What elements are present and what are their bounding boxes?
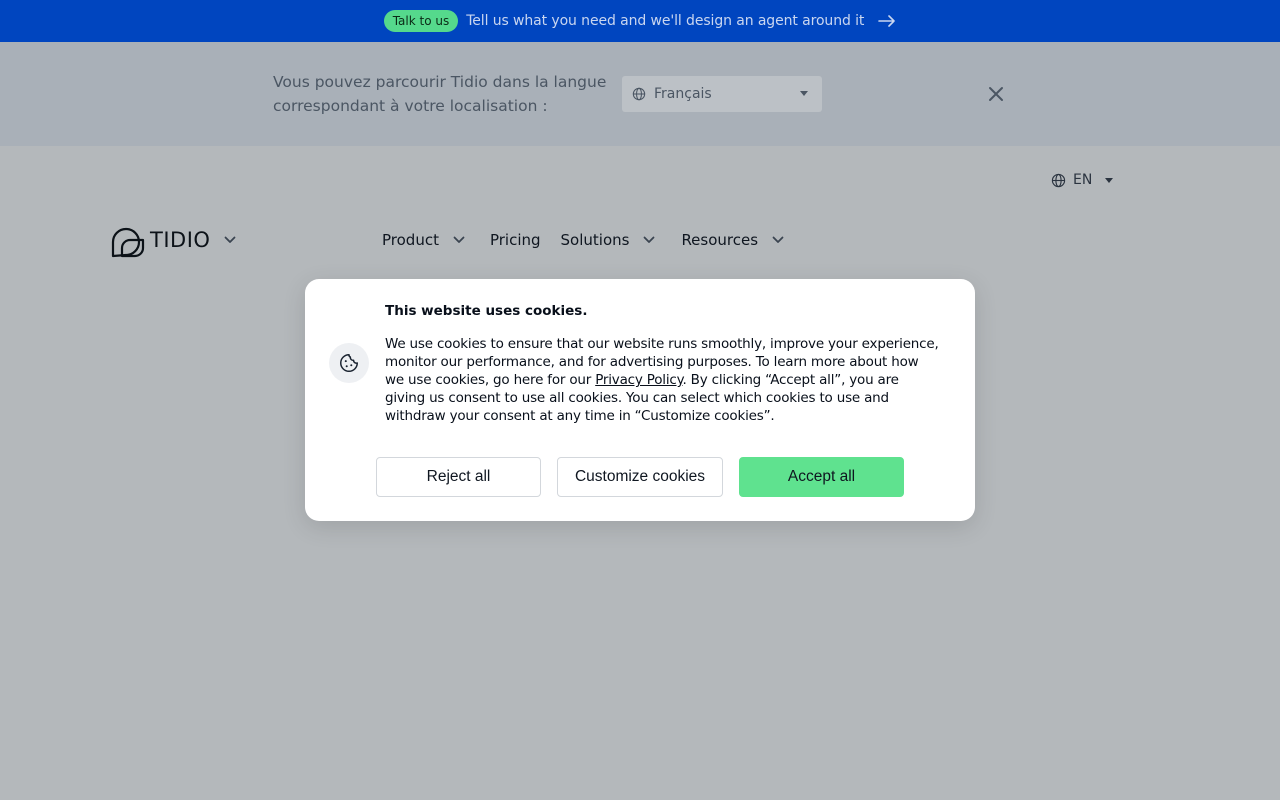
close-icon[interactable] <box>986 84 1006 104</box>
nav-product-label: Product <box>382 231 439 249</box>
cookie-icon <box>340 354 358 372</box>
chevron-down-icon <box>1105 177 1114 183</box>
promo-link[interactable]: Talk to us Tell us what you need and we'… <box>383 10 897 32</box>
language-code: EN <box>1073 172 1093 188</box>
cookie-consent-dialog: This website uses cookies. We use cookie… <box>305 279 975 521</box>
language-suggestion-banner: Vous pouvez parcourir Tidio dans la lang… <box>0 42 1280 146</box>
tidio-logo[interactable]: TIDIO <box>110 222 236 258</box>
chevron-down-icon[interactable] <box>224 236 236 244</box>
language-switch[interactable]: EN <box>1051 172 1114 188</box>
nav-pricing[interactable]: Pricing <box>490 231 541 249</box>
promo-bar: Talk to us Tell us what you need and we'… <box>0 0 1280 42</box>
reject-all-button[interactable]: Reject all <box>376 457 541 497</box>
selected-language: Français <box>654 86 712 102</box>
cookie-dialog-body: We use cookies to ensure that our websit… <box>385 335 941 425</box>
logo-text: TIDIO <box>150 228 211 252</box>
nav-resources-label: Resources <box>681 231 759 249</box>
customize-cookies-button[interactable]: Customize cookies <box>557 457 723 497</box>
chevron-down-icon <box>800 91 808 96</box>
arrow-right-icon[interactable] <box>878 14 896 28</box>
chevron-down-icon <box>644 236 655 243</box>
chevron-down-icon <box>453 236 465 243</box>
globe-icon <box>632 87 646 101</box>
nav-solutions[interactable]: Solutions <box>561 231 656 249</box>
tidio-logo-icon <box>111 227 145 258</box>
language-suggestion-message: Vous pouvez parcourir Tidio dans la lang… <box>273 73 607 115</box>
promo-text[interactable]: Tell us what you need and we'll design a… <box>466 13 864 29</box>
cookie-dialog-title: This website uses cookies. <box>385 303 588 319</box>
nav-pricing-label: Pricing <box>489 231 541 249</box>
cookie-icon-badge <box>329 343 369 383</box>
main-nav: Product Pricing Solutions Resources <box>382 229 784 251</box>
language-select[interactable]: Français <box>622 76 822 112</box>
nav-solutions-label: Solutions <box>560 231 630 249</box>
nav-product[interactable]: Product <box>382 231 465 249</box>
chevron-down-icon <box>772 236 784 243</box>
nav-resources[interactable]: Resources <box>681 231 784 249</box>
talk-to-us-badge[interactable]: Talk to us <box>383 10 459 32</box>
accept-all-button[interactable]: Accept all <box>739 457 904 497</box>
privacy-policy-link[interactable]: Privacy Policy <box>595 372 682 388</box>
globe-icon <box>1051 173 1066 187</box>
